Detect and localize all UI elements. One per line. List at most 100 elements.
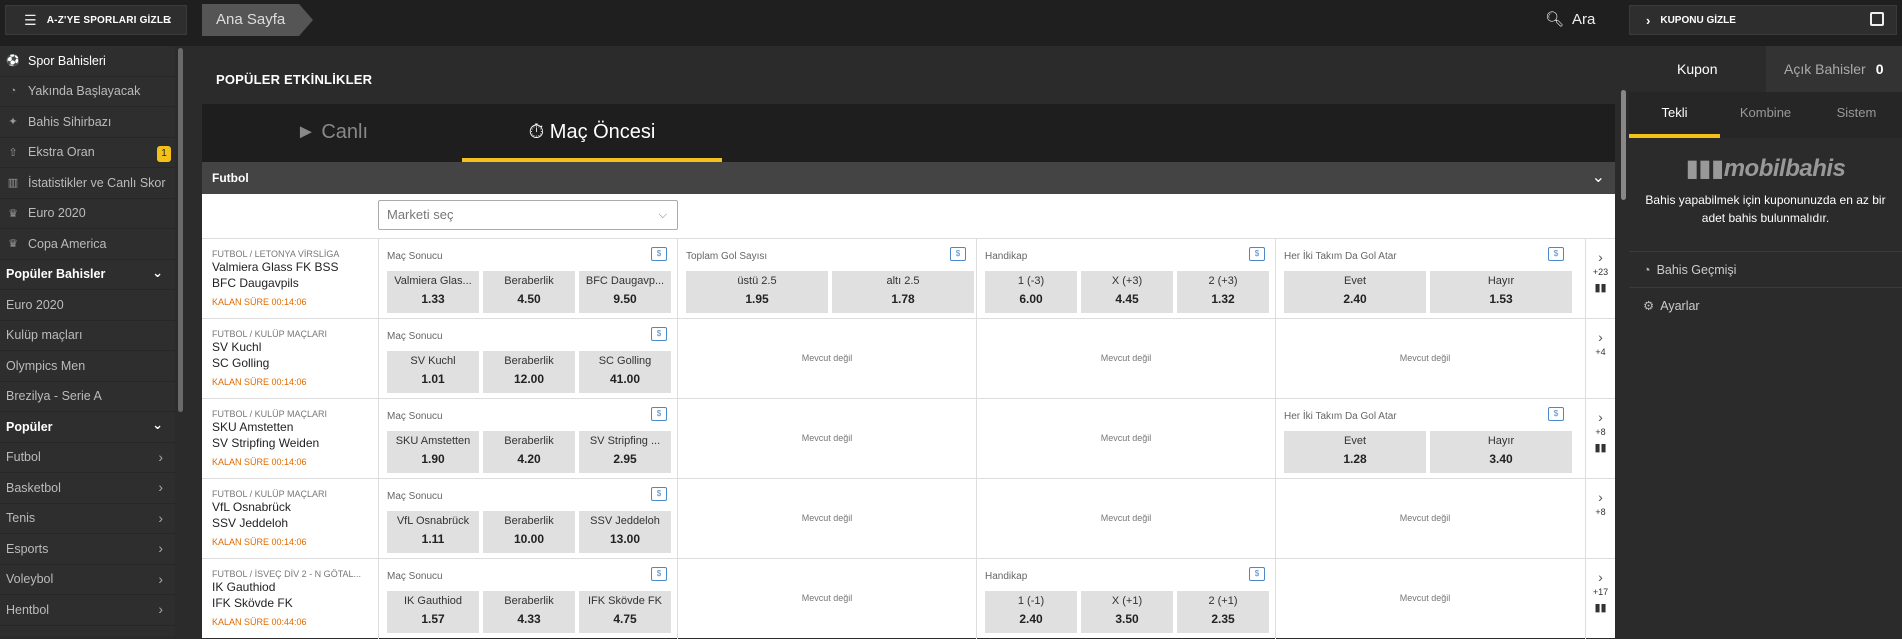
odds-button[interactable]: 1 (-1)2.40 xyxy=(985,591,1077,633)
sidebar-section-header[interactable]: Popüler Bahisler⌄ xyxy=(0,260,175,291)
more-markets-button[interactable]: ›+8▮▮ xyxy=(1585,399,1615,479)
odds-button[interactable]: 2 (+3)1.32 xyxy=(1177,271,1269,313)
event-info[interactable]: FUTBOL / LETONYA VİRSLİGAValmiera Glass … xyxy=(212,249,377,307)
odds-button[interactable]: Hayır1.53 xyxy=(1430,271,1572,313)
odds-button[interactable]: X (+3)4.45 xyxy=(1081,271,1173,313)
stats-icon[interactable]: $ xyxy=(950,247,966,261)
event-info[interactable]: FUTBOL / KULÜP MAÇLARISKU AmstettenSV St… xyxy=(212,409,377,467)
tab-coupon[interactable]: Kupon xyxy=(1629,46,1766,92)
odds-group: 1 (-1)2.40X (+1)3.502 (+1)2.35 xyxy=(985,591,1269,633)
tab-combined[interactable]: Kombine xyxy=(1720,92,1811,138)
bet-history-label: Bahis Geçmişi xyxy=(1657,263,1737,277)
chevron-down-icon: ⌵ xyxy=(659,201,667,229)
odds-button[interactable]: SV Kuchl1.01 xyxy=(387,351,479,393)
more-markets-button[interactable]: ›+8 xyxy=(1585,479,1615,559)
sidebar-popular-bet[interactable]: Olympics Men xyxy=(0,351,175,382)
odds-button[interactable]: Valmiera Glas...1.33 xyxy=(387,271,479,313)
event-info[interactable]: FUTBOL / İSVEÇ DİV 2 - N GÖTAL...IK Gaut… xyxy=(212,569,377,627)
market-select[interactable]: Marketi seç ⌵ xyxy=(378,200,678,230)
stats-icon[interactable]: $ xyxy=(1548,247,1564,261)
sidebar-item[interactable]: ⇧Ekstra Oran1 xyxy=(0,138,175,169)
event-info[interactable]: FUTBOL / KULÜP MAÇLARIVfL OsnabrückSSV J… xyxy=(212,489,377,547)
sport-header-futbol[interactable]: Futbol ⌄ xyxy=(202,162,1615,194)
odds-button[interactable]: 2 (+1)2.35 xyxy=(1177,591,1269,633)
odds-button[interactable]: Beraberlik4.20 xyxy=(483,431,575,473)
tab-single[interactable]: Tekli xyxy=(1629,92,1720,138)
odds-label: Beraberlik xyxy=(483,275,575,287)
bar-chart-icon[interactable]: ▮▮ xyxy=(1586,601,1615,614)
away-team: SSV Jeddeloh xyxy=(212,515,377,531)
odds-button[interactable]: SKU Amstetten1.90 xyxy=(387,431,479,473)
odds-button[interactable]: Beraberlik4.50 xyxy=(483,271,575,313)
odds-button[interactable]: altı 2.51.78 xyxy=(832,271,974,313)
stats-icon[interactable]: $ xyxy=(1249,567,1265,581)
odds-value: 1.32 xyxy=(1177,292,1269,306)
odds-button[interactable]: SSV Jeddeloh13.00 xyxy=(579,511,671,553)
event-info[interactable]: FUTBOL / KULÜP MAÇLARISV KuchlSC Golling… xyxy=(212,329,377,387)
more-markets-button[interactable]: ›+23▮▮ xyxy=(1585,239,1615,319)
event-tabs: ► Canlı ⏱ Maç Öncesi xyxy=(202,104,1615,162)
odds-button[interactable]: X (+1)3.50 xyxy=(1081,591,1173,633)
tab-live-label: Canlı xyxy=(321,121,368,143)
logo-bars-icon: ▮▮▮ xyxy=(1686,155,1724,182)
stats-icon[interactable]: $ xyxy=(651,567,667,581)
odds-button[interactable]: IFK Skövde FK4.75 xyxy=(579,591,671,633)
hide-sports-az-button[interactable]: ☰ A-Z'YE SPORLARI GİZLE ‹ xyxy=(5,5,187,35)
stopwatch-icon: ⏱ xyxy=(529,121,545,143)
odds-button[interactable]: 1 (-3)6.00 xyxy=(985,271,1077,313)
odds-label: SV Stripfing ... xyxy=(579,435,671,447)
tab-live[interactable]: ► Canlı xyxy=(202,104,462,162)
event-row: FUTBOL / KULÜP MAÇLARIVfL OsnabrückSSV J… xyxy=(202,478,1615,558)
chevron-left-icon: ‹ xyxy=(167,11,172,28)
sidebar-item[interactable]: ⚽Spor Bahisleri xyxy=(0,46,175,77)
sidebar-sport[interactable]: Voleybol› xyxy=(0,565,175,596)
sidebar-item[interactable]: ◔Yakında Başlayacak xyxy=(0,77,175,108)
bar-chart-icon[interactable]: ▮▮ xyxy=(1586,281,1615,294)
sidebar-item[interactable]: ✦Bahis Sihirbazı xyxy=(0,107,175,138)
tab-open-bets[interactable]: Açık Bahisler0 xyxy=(1766,46,1902,92)
sidebar-popular-bet[interactable]: Brezilya - Serie A xyxy=(0,382,175,413)
sidebar-sport[interactable]: Futbol› xyxy=(0,443,175,474)
stats-icon[interactable]: $ xyxy=(1548,407,1564,421)
odds-button[interactable]: Hayır3.40 xyxy=(1430,431,1572,473)
stats-icon[interactable]: $ xyxy=(651,327,667,341)
odds-button[interactable]: Beraberlik4.33 xyxy=(483,591,575,633)
main-scrollbar[interactable] xyxy=(1621,90,1626,200)
tab-system[interactable]: Sistem xyxy=(1811,92,1902,138)
sidebar-item[interactable]: ♛Euro 2020 xyxy=(0,199,175,230)
odds-button[interactable]: üstü 2.51.95 xyxy=(686,271,828,313)
sidebar-item[interactable]: ♛Copa America xyxy=(0,229,175,260)
odds-button[interactable]: VfL Osnabrück1.11 xyxy=(387,511,479,553)
sidebar-sport[interactable]: Tenis› xyxy=(0,504,175,535)
hide-coupon-button[interactable]: › KUPONU GİZLE xyxy=(1629,5,1897,35)
search-button[interactable]: 🔍︎ Ara xyxy=(1545,10,1595,28)
settings-link[interactable]: ⚙Ayarlar xyxy=(1629,287,1902,323)
stats-icon[interactable]: $ xyxy=(1249,247,1265,261)
sidebar-section-header[interactable]: Popüler⌄ xyxy=(0,412,175,443)
stats-icon[interactable]: $ xyxy=(651,487,667,501)
sidebar-popular-bet[interactable]: Kulüp maçları xyxy=(0,321,175,352)
odds-button[interactable]: Evet1.28 xyxy=(1284,431,1426,473)
odds-button[interactable]: Beraberlik12.00 xyxy=(483,351,575,393)
stats-icon[interactable]: $ xyxy=(651,407,667,421)
market-cell: Maç Sonucu$SV Kuchl1.01Beraberlik12.00SC… xyxy=(378,319,677,399)
sidebar-sport[interactable]: Hentbol› xyxy=(0,595,175,626)
tab-prematch[interactable]: ⏱ Maç Öncesi xyxy=(462,104,722,162)
odds-button[interactable]: BFC Daugavp...9.50 xyxy=(579,271,671,313)
odds-button[interactable]: Beraberlik10.00 xyxy=(483,511,575,553)
sidebar-sport[interactable]: Basketbol› xyxy=(0,473,175,504)
odds-button[interactable]: SC Golling41.00 xyxy=(579,351,671,393)
stats-icon[interactable]: $ xyxy=(651,247,667,261)
bet-history-link[interactable]: ◔Bahis Geçmişi xyxy=(1629,251,1902,287)
more-markets-button[interactable]: ›+17▮▮ xyxy=(1585,559,1615,639)
odds-button[interactable]: Evet2.40 xyxy=(1284,271,1426,313)
sidebar-item[interactable]: ▥İstatistikler ve Canlı Skor xyxy=(0,168,175,199)
bar-chart-icon[interactable]: ▮▮ xyxy=(1586,441,1615,454)
odds-button[interactable]: IK Gauthiod1.57 xyxy=(387,591,479,633)
odds-button[interactable]: SV Stripfing ...2.95 xyxy=(579,431,671,473)
sidebar-popular-bet[interactable]: Euro 2020 xyxy=(0,290,175,321)
more-markets-button[interactable]: ›+4 xyxy=(1585,319,1615,399)
breadcrumb-home[interactable]: Ana Sayfa xyxy=(202,4,299,36)
sidebar-scrollbar[interactable] xyxy=(178,48,183,412)
sidebar-sport[interactable]: Esports› xyxy=(0,534,175,565)
